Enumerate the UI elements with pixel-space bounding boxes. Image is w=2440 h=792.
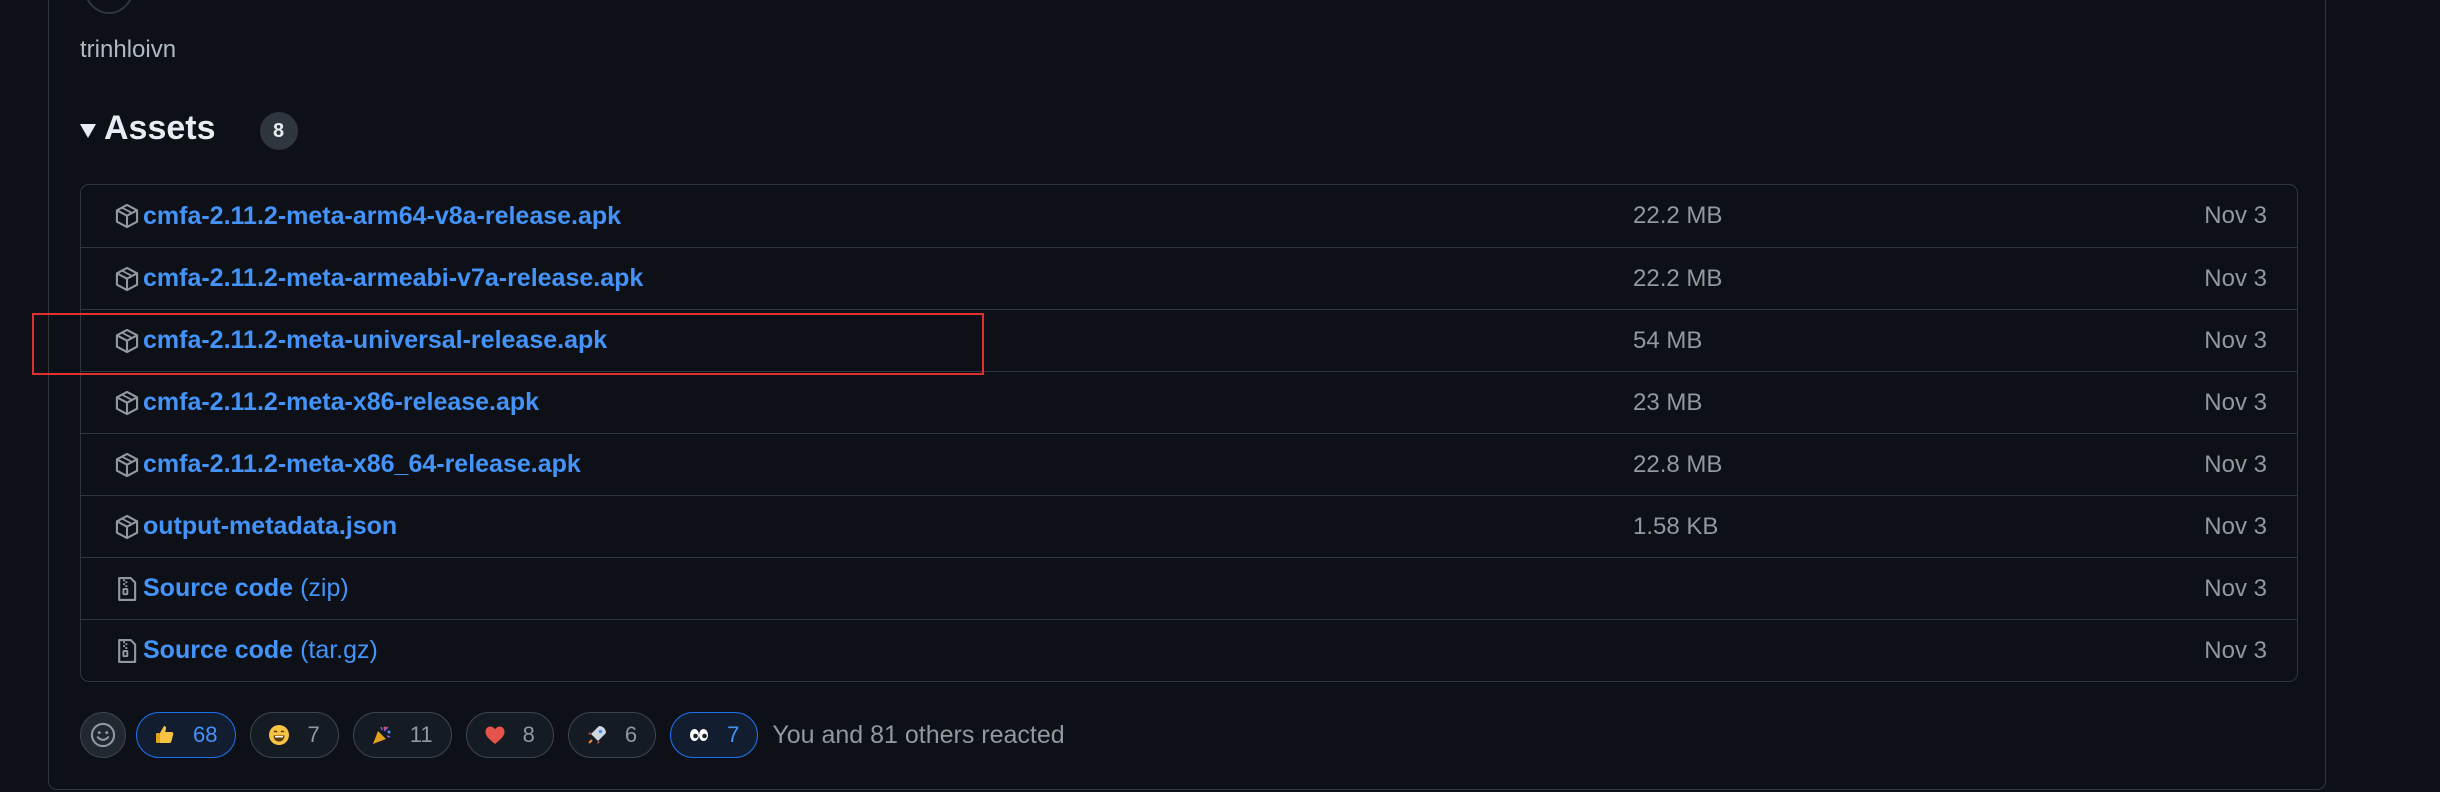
asset-row: cmfa-2.11.2-meta-armeabi-v7a-release.apk… (81, 247, 2297, 309)
asset-row: cmfa-2.11.2-meta-arm64-v8a-release.apk 22… (81, 185, 2297, 247)
reaction-count: 6 (624, 722, 638, 747)
asset-size: 54 MB (1633, 326, 1703, 354)
asset-date: Nov 3 (2204, 264, 2267, 292)
assets-count-badge: 8 (259, 112, 298, 150)
asset-date: Nov 3 (2204, 512, 2267, 540)
asset-format-label[interactable]: (zip) (300, 574, 349, 603)
thumbs-up-icon (153, 723, 177, 747)
reaction-hooray-button[interactable]: 11 (352, 712, 452, 758)
smiley-icon (90, 722, 116, 748)
package-icon (113, 202, 141, 230)
reaction-rocket-button[interactable]: 6 (567, 712, 657, 758)
asset-download-link[interactable]: cmfa-2.11.2-meta-arm64-v8a-release.apk (143, 202, 621, 231)
assets-toggle[interactable]: Assets 8 (80, 106, 298, 150)
reaction-thumbs-up-button[interactable]: 68 (136, 712, 237, 758)
triangle-down-icon (80, 124, 96, 138)
asset-row: Source code (tar.gz) Nov 3 (81, 619, 2297, 681)
asset-row: cmfa-2.11.2-meta-x86-release.apk 23 MB Nov… (81, 371, 2297, 433)
reaction-heart-button[interactable]: 8 (465, 712, 554, 758)
asset-row: cmfa-2.11.2-meta-x86_64-release.apk 22.8 … (81, 433, 2297, 495)
hooray-icon (370, 723, 394, 747)
reaction-count: 8 (522, 722, 535, 747)
asset-download-link[interactable]: Source code (143, 574, 293, 603)
asset-row: output-metadata.json 1.58 KB Nov 3 (81, 495, 2297, 557)
assets-title: Assets (104, 108, 216, 147)
asset-download-link[interactable]: cmfa-2.11.2-meta-x86_64-release.apk (143, 450, 581, 479)
assets-list: cmfa-2.11.2-meta-arm64-v8a-release.apk 22… (80, 184, 2298, 682)
heart-icon (483, 723, 507, 747)
asset-download-link[interactable]: output-metadata.json (143, 512, 397, 541)
rocket-icon (585, 723, 609, 747)
reaction-eyes-button[interactable]: 7 (670, 712, 759, 758)
reaction-count: 68 (193, 722, 218, 747)
reaction-count: 7 (307, 722, 320, 747)
reaction-count: 7 (727, 722, 740, 747)
package-icon (113, 265, 141, 293)
asset-format-label[interactable]: (tar.gz) (300, 636, 378, 665)
package-icon (113, 513, 141, 541)
eyes-icon (687, 723, 711, 747)
asset-row: Source code (zip) Nov 3 (81, 557, 2297, 619)
file-zip-icon (113, 637, 141, 665)
laugh-icon (267, 723, 291, 747)
asset-row: cmfa-2.11.2-meta-universal-release.apk 54… (81, 309, 2297, 371)
asset-date: Nov 3 (2204, 326, 2267, 354)
reaction-laugh-button[interactable]: 7 (250, 712, 339, 758)
asset-date: Nov 3 (2204, 202, 2267, 229)
asset-date: Nov 3 (2204, 388, 2267, 416)
add-reaction-button[interactable] (80, 712, 126, 758)
asset-download-link[interactable]: cmfa-2.11.2-meta-x86-release.apk (143, 388, 539, 417)
package-icon (113, 327, 141, 355)
asset-date: Nov 3 (2204, 636, 2267, 664)
asset-download-link[interactable]: cmfa-2.11.2-meta-armeabi-v7a-release.apk (143, 264, 643, 293)
file-zip-icon (113, 575, 141, 603)
asset-size: 22.8 MB (1633, 450, 1723, 478)
asset-download-link[interactable]: cmfa-2.11.2-meta-universal-release.apk (143, 326, 607, 355)
asset-size: 23 MB (1633, 388, 1703, 416)
asset-date: Nov 3 (2204, 574, 2267, 602)
asset-size: 1.58 KB (1633, 512, 1719, 540)
release-author[interactable]: trinhloivn (80, 36, 176, 64)
asset-download-link[interactable]: Source code (143, 636, 293, 665)
reaction-count: 11 (409, 722, 433, 747)
reactions-summary: You and 81 others reacted (772, 720, 1065, 749)
package-icon (113, 389, 141, 417)
asset-date: Nov 3 (2204, 450, 2267, 478)
package-icon (113, 451, 141, 479)
asset-size: 22.2 MB (1633, 202, 1723, 229)
asset-size: 22.2 MB (1633, 264, 1723, 292)
reactions-bar: 68 7 11 8 6 7 You and 81 others reacted (80, 712, 1065, 758)
